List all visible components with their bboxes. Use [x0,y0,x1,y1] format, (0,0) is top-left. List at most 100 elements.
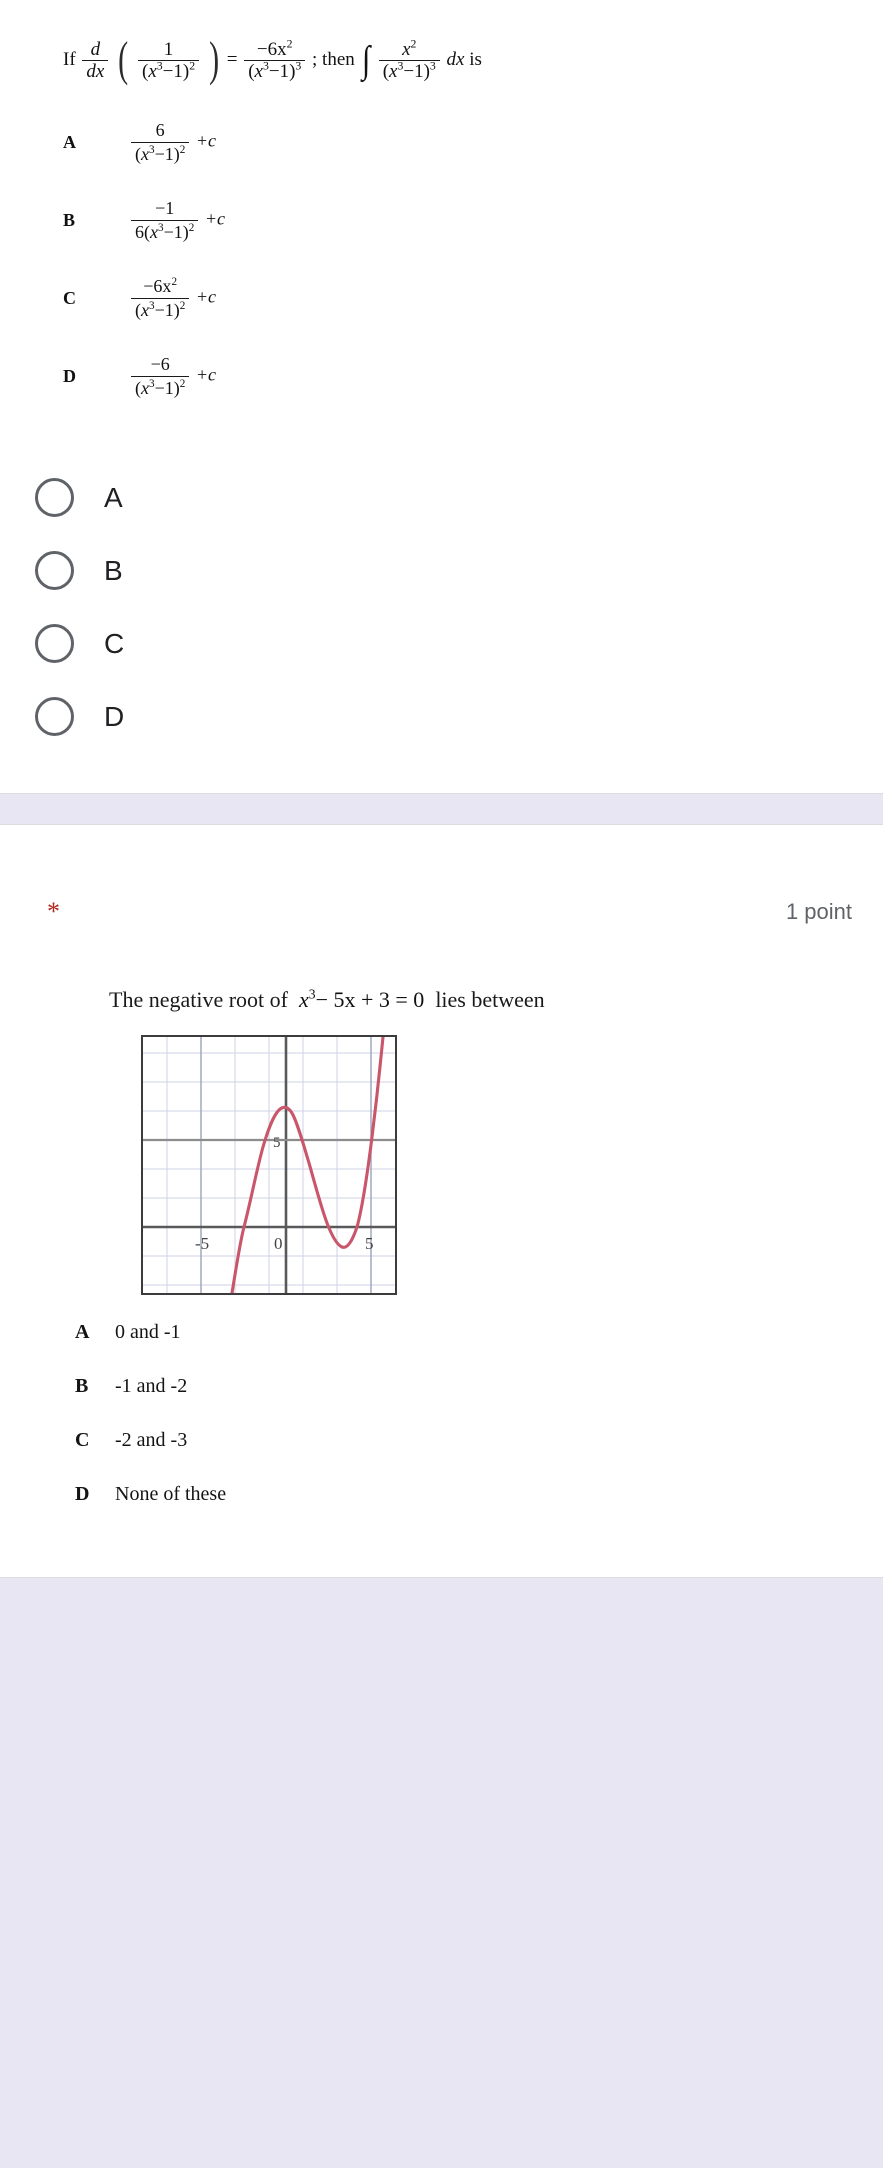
radio-choice-c[interactable]: C [0,607,883,680]
question-2-option-a: A 0 and -1 [0,1321,883,1375]
option-letter: B [63,209,76,230]
q1-inner-minus: −1 [162,61,183,82]
q1-rhs-minus: −1 [268,61,290,82]
question-2-options: A 0 and -1 B -1 and -2 C -2 and -3 D Non… [0,1295,883,1577]
q1-inner-numerator: 1 [137,40,200,61]
close-paren-icon: ) [208,33,219,87]
option-den-x: x [150,221,158,242]
question-1-image-option-b: B −1 6(x3−1)2 +c [0,181,883,259]
q1-int-denominator: (x3−1)3 [382,59,436,82]
q2-eq-exp: 3 [308,986,316,1002]
option-letter: A [75,1321,90,1343]
option-den-power: 2 [179,143,186,156]
option-text: -2 and -3 [115,1429,188,1451]
q1-if-word: If [63,48,76,70]
option-denominator: (x3−1)2 [135,143,186,164]
x-tick-label-0: 0 [274,1234,283,1253]
option-num-exp: 2 [171,275,178,288]
card-separator [0,794,883,824]
q1-int-num-x: x [402,39,411,60]
radio-choice-label: B [104,554,123,586]
q1-rhs-fraction: −6x2 (x3−1)3 [244,37,306,82]
option-den-power: 2 [179,299,186,312]
radio-choice-d[interactable]: D [0,680,883,753]
question-1-image-option-a: A 6 (x3−1)2 +c [0,103,883,181]
q1-rhs-x: x [254,61,263,82]
open-paren-icon: ( [118,33,129,87]
option-den-minus: −1 [154,377,174,398]
question-2-header: * 1 point [0,825,883,925]
q1-dx-tail: dx [446,48,465,70]
required-asterisk-icon: * [47,897,60,926]
x-tick-label-neg5: -5 [195,1234,209,1253]
option-letter: C [75,1429,90,1451]
grid-minor [143,1037,395,1293]
q1-int-num-exp: 2 [410,37,417,51]
q1-is-word: is [469,48,482,70]
option-text: None of these [115,1483,227,1505]
option-suffix: +c [204,208,225,229]
q1-inner-x: x [148,61,157,82]
option-expression: −6 (x3−1)2 +c [129,354,216,399]
option-text: -1 and -2 [115,1375,188,1397]
option-letter: B [75,1375,89,1397]
q1-rhs-denominator: (x3−1)3 [248,59,302,82]
graph-frame: -5 0 5 5 [141,1035,397,1295]
radio-button-icon[interactable] [35,478,74,517]
x-tick-label-5: 5 [365,1234,374,1253]
radio-button-icon[interactable] [35,624,74,663]
option-letter: D [75,1483,90,1505]
q2-equation: x3− 5x + 3 = 0 [294,987,430,1012]
q1-inner-fraction: 1 (x3−1)2 [137,40,200,82]
option-fraction: −6 (x3−1)2 [131,354,190,399]
question-1-image-option-c: C −6x2 (x3−1)2 +c [0,259,883,337]
radio-choice-a[interactable]: A [0,461,883,534]
option-den-minus: −1 [154,143,174,164]
radio-button-icon[interactable] [35,551,74,590]
q1-derivative-operator: d dx [82,40,109,81]
q2-lead-text: The negative root of [109,987,288,1012]
q1-rhs-num-text: −6x [256,39,287,60]
option-expression: −6x2 (x3−1)2 +c [129,276,216,321]
option-den-x: x [141,377,149,398]
option-denominator: (x3−1)2 [135,299,186,320]
option-suffix: +c [195,130,216,151]
option-den-prefix: 6 [135,221,144,242]
radio-choice-label: D [104,700,125,732]
option-den-power: 2 [179,377,186,390]
option-suffix: +c [195,364,216,385]
option-fraction: −6x2 (x3−1)2 [131,275,190,321]
option-den-x: x [141,143,149,164]
q1-rhs-num-exp: 2 [286,37,293,51]
q1-int-minus: −1 [403,61,424,82]
option-letter: C [63,287,76,308]
q1-equals: = [226,48,238,70]
option-den-power: 2 [188,221,195,234]
radio-choice-b[interactable]: B [0,534,883,607]
q2-tail-text: lies between [435,987,545,1012]
q1-integrand-fraction: x2 (x3−1)3 [378,37,440,82]
q1-inner-power: 2 [189,59,196,73]
option-numerator: −6 [131,354,190,377]
option-suffix: +c [195,286,216,307]
question-1-radio-group: A B C D [0,415,883,793]
question-2-graph-image: -5 0 5 5 [0,1013,883,1295]
q1-rhs-numerator: −6x2 [244,37,306,61]
option-den-minus: −1 [163,221,183,242]
question-1-image-option-d: D −6 (x3−1)2 +c [0,337,883,415]
option-expression: 6 (x3−1)2 +c [129,120,216,165]
radio-button-icon[interactable] [35,697,74,736]
option-expression: −1 6(x3−1)2 +c [129,198,225,243]
option-denominator: (x3−1)2 [135,377,186,398]
option-letter: D [63,365,76,386]
q1-d-symbol: d [82,40,109,61]
form-page: If d dx ( 1 (x3−1)2 ) = −6x2 (x3−1)3 ; t… [0,0,883,1578]
question-2-option-b: B -1 and -2 [0,1375,883,1429]
q2-eq-rest: − 5x + 3 = 0 [315,987,425,1012]
option-den-x: x [141,299,149,320]
question-2-stem: The negative root of x3− 5x + 3 = 0 lies… [0,925,883,1013]
option-denominator: 6(x3−1)2 [135,221,195,242]
option-numerator: −1 [131,198,199,221]
question-card-1: If d dx ( 1 (x3−1)2 ) = −6x2 (x3−1)3 ; t… [0,0,883,794]
q2-eq-x: x [299,987,309,1012]
